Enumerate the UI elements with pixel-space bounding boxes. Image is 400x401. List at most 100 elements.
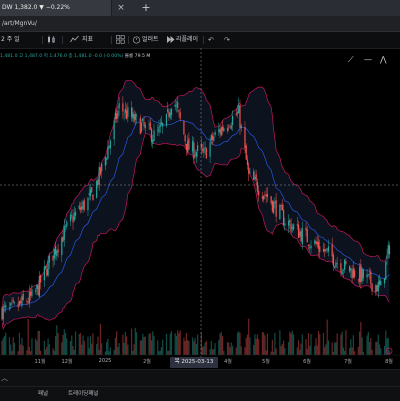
volume-bar (345, 330, 347, 355)
candle-body (37, 285, 39, 295)
volume-bar (300, 343, 302, 355)
volume-bar (160, 347, 163, 355)
candle-body (193, 142, 195, 159)
volume-bar (256, 334, 259, 355)
ohlc-values: 1,481.0 고 1,487.0 저 1,476.0 종 1,481.0 -0… (0, 54, 124, 59)
candle-body (61, 237, 63, 256)
alarm-clock-icon[interactable] (132, 32, 141, 48)
close-tab-icon[interactable]: × (116, 0, 126, 16)
volume-bar (153, 335, 155, 355)
price-chart[interactable] (0, 48, 400, 369)
candle-body (17, 303, 19, 308)
volume-bar (118, 342, 120, 355)
volume-bar (371, 349, 373, 355)
volume-bar (114, 337, 116, 355)
candle-body (385, 261, 387, 280)
volume-bar (315, 338, 317, 355)
volume-bar (133, 344, 135, 355)
candle-body (258, 191, 260, 196)
volume-bar (380, 348, 382, 355)
candle-body (332, 254, 335, 267)
candle-body (314, 240, 316, 244)
fx-icon[interactable] (70, 32, 79, 48)
volume-bar (21, 337, 23, 355)
candle-body (290, 223, 292, 232)
trend-line-icon[interactable]: ⟋ (348, 55, 354, 65)
candle-body (228, 127, 230, 128)
candle-body (209, 142, 211, 157)
candle-body (135, 115, 138, 117)
alert-button[interactable]: 얼러트 (142, 32, 159, 48)
volume-bar (246, 334, 249, 355)
trading-panel-tab[interactable]: 트레이딩패널 (68, 387, 98, 401)
volume-bar (322, 332, 325, 355)
volume-bar (361, 337, 363, 355)
candle-body (69, 214, 72, 222)
volume-bar (319, 333, 321, 355)
candle-body (336, 262, 338, 264)
candle-body (139, 117, 141, 134)
candle-body (179, 112, 181, 119)
candle-body (361, 268, 363, 282)
candle-body (2, 306, 4, 320)
grid-icon[interactable] (116, 32, 125, 48)
volume-bar (18, 332, 21, 355)
chevron-up-icon[interactable]: ︿ (1, 373, 8, 383)
new-tab-button[interactable]: + (140, 0, 152, 16)
candle-body (254, 177, 256, 179)
candle-body (331, 244, 333, 257)
volume-bar (223, 350, 225, 355)
volume-bar (13, 342, 16, 355)
candle-body (195, 152, 197, 157)
candle-body (142, 119, 144, 122)
replay-icon[interactable] (166, 32, 175, 48)
volume-bar (92, 333, 94, 355)
panel-tab[interactable]: 패널 (38, 387, 48, 401)
x-tick-label: 2월 (143, 359, 151, 365)
volume-bar (332, 351, 335, 355)
candle-body (183, 121, 185, 135)
candle-body (71, 215, 73, 216)
candle-body (3, 306, 6, 307)
volume-bar (177, 330, 179, 355)
candle-body (271, 201, 273, 212)
volume-bar (334, 342, 336, 355)
candles-icon[interactable] (47, 32, 56, 48)
interval-selector[interactable]: 2 주 일 (1, 32, 20, 48)
volume-bar (174, 333, 176, 355)
candle-body (170, 108, 173, 116)
candle-body (282, 209, 285, 226)
crosshair-date-label: 목 2025-03-13 (170, 357, 218, 368)
volume-bar (230, 342, 232, 355)
url-text[interactable]: /art/MgnVu/ (2, 16, 37, 31)
volume-bar (150, 340, 153, 355)
volume-bar (56, 325, 58, 355)
volume-bar (287, 342, 290, 355)
address-bar[interactable]: /art/MgnVu/ (0, 16, 400, 32)
candle-body (132, 112, 134, 119)
volume-bar (214, 343, 216, 355)
volume-bar (162, 339, 164, 355)
volume-bar (203, 346, 205, 355)
volume-bar (144, 336, 146, 355)
redo-icon[interactable]: ↷ (224, 32, 230, 48)
undo-icon[interactable]: ↶ (208, 32, 214, 48)
horizontal-line-icon[interactable]: — (364, 55, 372, 64)
volume-bar (290, 333, 292, 355)
candle-body (63, 226, 65, 240)
replay-button[interactable]: 리플레이 (176, 32, 198, 48)
candle-body (325, 248, 327, 251)
indicators-button[interactable]: 지표 (82, 32, 93, 48)
volume-bar (261, 332, 264, 355)
candle-body (266, 194, 269, 197)
browser-tab[interactable]: DW 1,382.0 ▼ −0.22% (0, 0, 112, 16)
volume-bar (187, 339, 189, 355)
candle-body (160, 122, 163, 125)
candle-body (350, 268, 352, 271)
pattern-icon[interactable]: ⋀ (380, 55, 387, 64)
volume-bar (117, 346, 119, 355)
volume-bar (5, 332, 7, 355)
volume-bar (238, 331, 240, 355)
candle-body (22, 293, 24, 300)
candle-body (280, 205, 282, 207)
